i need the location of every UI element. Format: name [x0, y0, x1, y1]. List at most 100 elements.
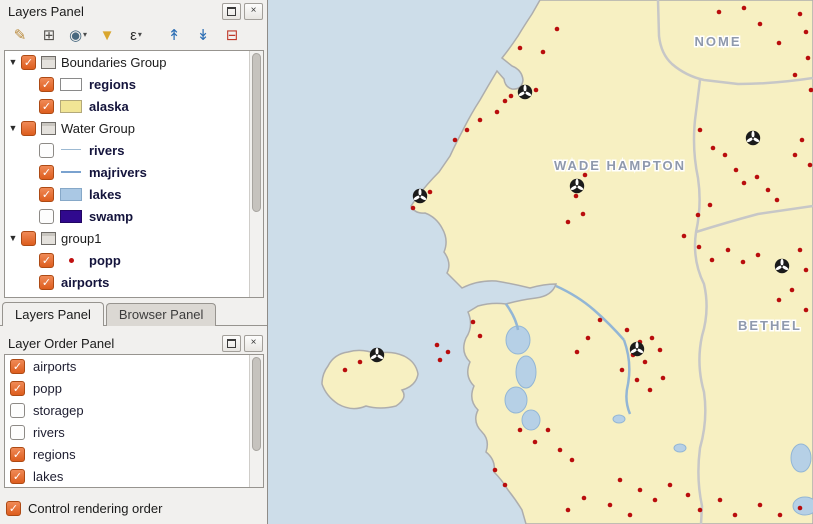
popp-point: [793, 73, 798, 78]
popp-point: [343, 368, 348, 373]
collapse-all-button[interactable]: ↡: [189, 23, 217, 47]
add-group-icon: ⊞: [43, 28, 56, 43]
layer-symbol-swatch: [60, 254, 82, 267]
line-symbol: [61, 149, 81, 150]
popp-point: [438, 358, 443, 363]
order-item-label: popp: [33, 381, 62, 396]
map-themes-button[interactable]: ◉▾: [64, 23, 92, 47]
order-list-item[interactable]: ✓ lakes: [5, 465, 263, 487]
popp-point: [793, 153, 798, 158]
control-rendering-order-checkbox[interactable]: ✓: [6, 501, 21, 516]
remove-layer-button[interactable]: ⊟: [218, 23, 246, 47]
order-list-item[interactable]: ✓regions: [5, 443, 263, 465]
popp-point: [790, 288, 795, 293]
expand-arrow-icon[interactable]: ▼: [5, 123, 21, 133]
order-list-item[interactable]: rivers: [5, 421, 263, 443]
layers-panel-titlebar: Layers Panel ×: [0, 0, 267, 21]
group-row[interactable]: ▼group1: [5, 227, 263, 249]
layer-styling-button[interactable]: ✎: [6, 23, 34, 47]
map-themes-icon: ◉: [69, 28, 82, 43]
popp-point: [555, 27, 560, 32]
layer-checkbox[interactable]: ✓: [39, 275, 54, 290]
layer-checkbox[interactable]: [39, 209, 54, 224]
layer-tree-scrollbar[interactable]: [249, 51, 263, 297]
popp-point: [777, 41, 782, 46]
undock-icon: [227, 339, 236, 348]
expand-all-button[interactable]: ↟: [160, 23, 188, 47]
layer-order-undock-button[interactable]: [222, 335, 241, 352]
popp-point: [478, 118, 483, 123]
layer-label: swamp: [89, 209, 133, 224]
layer-label: rivers: [89, 143, 124, 158]
layer-checkbox[interactable]: ✓: [39, 165, 54, 180]
popp-point: [806, 56, 811, 61]
layer-label: regions: [89, 77, 136, 92]
add-group-button[interactable]: ⊞: [35, 23, 63, 47]
popp-point: [635, 378, 640, 383]
popp-point: [755, 175, 760, 180]
popp-point: [766, 188, 771, 193]
popp-point: [518, 46, 523, 51]
layer-symbol-swatch: [60, 78, 82, 91]
point-symbol: [69, 258, 74, 263]
layer-row[interactable]: ✓airports: [5, 271, 263, 293]
order-item-label: lakes: [33, 469, 63, 484]
line-symbol: [61, 171, 81, 173]
order-item-checkbox[interactable]: ✓: [10, 359, 25, 374]
group-row[interactable]: ▼✓Boundaries Group: [5, 51, 263, 73]
popp-point: [358, 360, 363, 365]
layer-checkbox[interactable]: ✓: [39, 253, 54, 268]
layer-checkbox[interactable]: ✓: [39, 187, 54, 202]
popp-point: [708, 203, 713, 208]
collapse-all-icon: ↡: [197, 28, 210, 43]
layer-row[interactable]: ✓ regions: [5, 73, 263, 95]
tab-browser-panel[interactable]: Browser Panel: [106, 303, 217, 326]
group-checkbox[interactable]: ✓: [21, 55, 36, 70]
order-list-item[interactable]: ✓airports: [5, 355, 263, 377]
popp-point: [566, 220, 571, 225]
layer-row[interactable]: swamp: [5, 205, 263, 227]
filter-legend-button[interactable]: ▼: [93, 23, 121, 47]
expand-arrow-icon[interactable]: ▼: [5, 233, 21, 243]
layers-panel-close-button[interactable]: ×: [244, 3, 263, 20]
layer-row[interactable]: rivers: [5, 139, 263, 161]
order-item-checkbox[interactable]: ✓: [10, 469, 25, 484]
layer-row[interactable]: ✓majrivers: [5, 161, 263, 183]
tab-layers-panel[interactable]: Layers Panel: [2, 302, 104, 326]
order-item-checkbox[interactable]: ✓: [10, 447, 25, 462]
expression-filter-button[interactable]: ε▾: [122, 23, 150, 47]
layer-row[interactable]: ✓popp: [5, 249, 263, 271]
expand-arrow-icon[interactable]: ▼: [5, 57, 21, 67]
popp-point: [638, 488, 643, 493]
layer-checkbox[interactable]: ✓: [39, 77, 54, 92]
layers-panel-undock-button[interactable]: [222, 3, 241, 20]
group-checkbox[interactable]: [21, 121, 36, 136]
group-icon: [41, 232, 56, 245]
layer-row[interactable]: ✓lakes: [5, 183, 263, 205]
scrollbar-thumb[interactable]: [252, 53, 261, 212]
popp-point: [798, 248, 803, 253]
order-list-item[interactable]: storagep: [5, 399, 263, 421]
layer-order-close-button[interactable]: ×: [244, 335, 263, 352]
order-item-checkbox[interactable]: [10, 425, 25, 440]
airport-symbol: [746, 131, 760, 145]
group-row[interactable]: ▼Water Group: [5, 117, 263, 139]
expand-all-icon: ↟: [168, 28, 181, 43]
popp-point: [775, 198, 780, 203]
chevron-down-icon: ▾: [83, 31, 87, 39]
layer-row[interactable]: ✓alaska: [5, 95, 263, 117]
layer-checkbox[interactable]: [39, 143, 54, 158]
group-checkbox[interactable]: [21, 231, 36, 246]
layer-checkbox[interactable]: ✓: [39, 99, 54, 114]
layer-order-scrollbar[interactable]: [249, 355, 263, 487]
order-item-checkbox[interactable]: [10, 403, 25, 418]
order-item-checkbox[interactable]: ✓: [10, 381, 25, 396]
popp-point: [574, 194, 579, 199]
map-canvas[interactable]: NOMEWADE HAMPTONBETHEL: [268, 0, 813, 524]
scrollbar-thumb[interactable]: [252, 357, 261, 451]
layer-order-title: Layer Order Panel: [8, 336, 219, 351]
order-list-item[interactable]: ✓ popp: [5, 377, 263, 399]
popp-point: [446, 350, 451, 355]
popp-point: [643, 360, 648, 365]
popp-point: [428, 190, 433, 195]
